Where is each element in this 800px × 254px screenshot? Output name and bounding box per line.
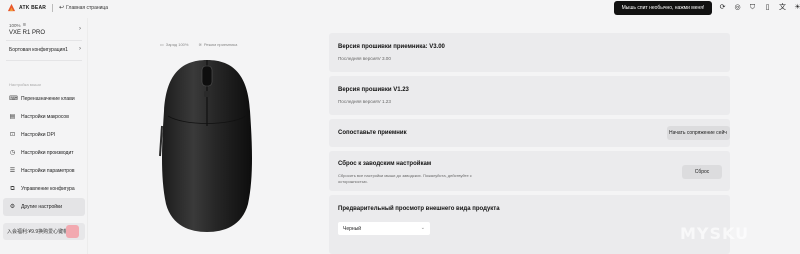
battery-icon: ▭ xyxy=(160,42,164,47)
panel-subtitle: Последняя версияV 3.00 xyxy=(338,56,391,61)
receiver-mode: ≋ Режим приемника xyxy=(198,42,237,47)
battery-icon[interactable]: ▯ xyxy=(763,3,772,12)
sidebar-item-label: Настройки макросов xyxy=(21,114,69,120)
mouse-image xyxy=(159,60,252,232)
translate-icon[interactable]: 文 xyxy=(778,3,787,12)
appearance-preview-panel: Предварительный просмотр внешнего вида п… xyxy=(329,195,730,254)
sidebar-item-dpi[interactable]: ⊡ Настройки DPI xyxy=(3,126,85,144)
sidebar-item-remap[interactable]: ⌨ Переназначение клави xyxy=(3,90,85,108)
shirt-icon[interactable]: ⛉ xyxy=(748,3,757,12)
sliders-icon: ☰ xyxy=(9,167,16,174)
home-label: Главная страница xyxy=(66,4,109,11)
charge-label: Заряд 100% xyxy=(165,42,189,47)
firmware-panel: Версия прошивки V1.23 Последняя версияV … xyxy=(329,76,730,115)
panel-title: Предварительный просмотр внешнего вида п… xyxy=(338,206,500,212)
start-pairing-button[interactable]: Начать сопряжение сейч xyxy=(667,126,730,140)
refresh-icon[interactable]: ⟳ xyxy=(718,3,727,12)
mode-label: Режим приемника xyxy=(203,42,238,47)
sidebar-item-other[interactable]: ⚙ Другие настройки xyxy=(3,198,85,216)
sidebar-item-label: Настройки параметров xyxy=(21,168,75,174)
pair-receiver-panel: Сопоставьте приемник Начать сопряжение с… xyxy=(329,119,730,147)
app-logo: ATK BEAR ↩ Главная страница xyxy=(7,3,108,12)
section-label: Настройка мыши xyxy=(9,82,41,87)
sidebar-item-label: Настройки производит xyxy=(21,150,74,156)
promo-banner[interactable]: 入会福利:¥9.9换购爱心键帽 xyxy=(3,223,85,240)
sidebar-item-label: Другие настройки xyxy=(21,204,63,210)
performance-icon: ◷ xyxy=(9,149,16,156)
sidebar-item-performance[interactable]: ◷ Настройки производит xyxy=(3,144,85,162)
color-select[interactable]: Черный ⌄ xyxy=(338,222,430,235)
sidebar-item-label: Управление конфигура xyxy=(21,186,75,192)
mouse-preview xyxy=(154,56,260,234)
onboard-config[interactable]: Бортовая конфигурация1 xyxy=(9,47,68,53)
bear-logo-icon xyxy=(7,3,16,12)
config-icon: ⧉ xyxy=(10,185,15,192)
device-selector[interactable]: 100% ≋ VXE R1 PRO xyxy=(9,22,45,36)
panel-title: Версия прошивки V1.23 xyxy=(338,87,409,93)
window-controls: ⟳ ◎ ⛉ ▯ 文 ☀ – ✕ xyxy=(718,3,800,12)
factory-reset-panel: Сброс к заводским настройкам Сбросить вс… xyxy=(329,151,730,191)
chevron-right-icon[interactable]: › xyxy=(79,46,81,52)
divider xyxy=(52,3,54,12)
panel-title: Сопоставьте приемник xyxy=(338,130,407,136)
panel-title: Версия прошивки приемника: V3.00 xyxy=(338,44,445,50)
logo-text: ATK BEAR xyxy=(19,4,47,11)
panel-subtitle: Последняя версияV 1.23 xyxy=(338,99,391,104)
macro-icon: ▤ xyxy=(9,113,16,120)
divider xyxy=(6,40,82,41)
wifi-icon: ≋ xyxy=(198,42,202,47)
sidebar: 100% ≋ VXE R1 PRO › Бортовая конфигураци… xyxy=(0,18,88,254)
keyboard-icon: ⌨ xyxy=(9,95,18,102)
panel-title: Сброс к заводским настройкам xyxy=(338,161,432,167)
chevron-down-icon: ⌄ xyxy=(420,225,425,231)
hint-button[interactable]: Мышь спит необычно, нажми меня! xyxy=(614,1,712,15)
promo-text: 入会福利:¥9.9换购爱心键帽 xyxy=(7,229,69,235)
sidebar-item-config[interactable]: ⧉ Управление конфигура xyxy=(3,180,85,198)
sidebar-item-label: Переназначение клави xyxy=(21,96,75,102)
reset-button[interactable]: Сброс xyxy=(682,165,722,179)
battery-level: 100% xyxy=(9,22,21,28)
panel-subtitle: Сбросить все настройки мыши до заводских… xyxy=(338,173,472,178)
sidebar-nav: ⌨ Переназначение клави ▤ Настройки макро… xyxy=(3,90,85,216)
user-icon[interactable]: ◎ xyxy=(733,3,742,12)
sidebar-item-label: Настройки DPI xyxy=(21,132,56,138)
device-name: VXE R1 PRO xyxy=(9,30,46,36)
watermark: MYSKU xyxy=(680,224,750,243)
promo-image xyxy=(66,225,79,238)
settings-icon: ⚙ xyxy=(9,203,16,210)
back-arrow-icon: ↩ xyxy=(59,5,65,11)
home-link[interactable]: ↩ Главная страница xyxy=(59,4,109,12)
receiver-firmware-panel: Версия прошивки приемника: V3.00 Последн… xyxy=(329,33,730,72)
sun-icon[interactable]: ☀ xyxy=(793,3,800,12)
divider xyxy=(6,60,82,61)
panel-subtitle: осторожностью. xyxy=(338,179,368,184)
dpi-icon: ⊡ xyxy=(9,131,16,138)
sidebar-item-macros[interactable]: ▤ Настройки макросов xyxy=(3,108,85,126)
device-status: ▭ Заряд 100% ≋ Режим приемника xyxy=(160,42,237,47)
color-select-value: Черный xyxy=(343,225,362,232)
charge-status: ▭ Заряд 100% xyxy=(160,42,188,47)
top-bar: ATK BEAR ↩ Главная страница Мышь спит не… xyxy=(0,0,800,18)
sidebar-item-parameters[interactable]: ☰ Настройки параметров xyxy=(3,162,85,180)
chevron-right-icon[interactable]: › xyxy=(79,26,81,32)
wifi-icon: ≋ xyxy=(22,22,27,27)
battery-status: 100% ≋ xyxy=(9,22,45,28)
